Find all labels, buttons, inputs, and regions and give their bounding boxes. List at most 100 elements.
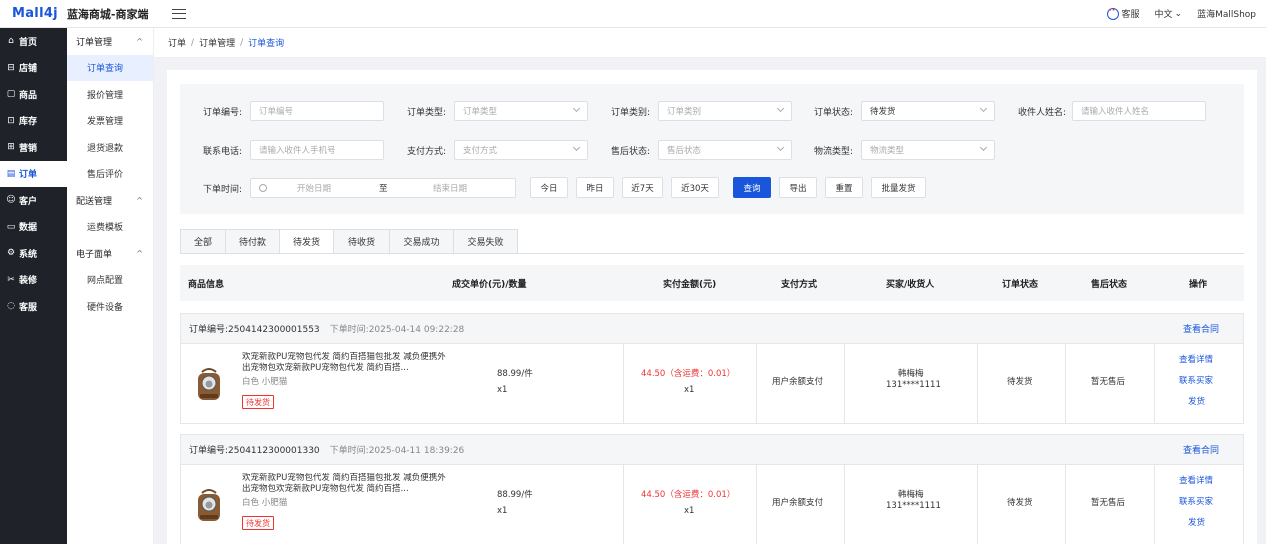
shop-name[interactable]: 蓝海MallShop [1197,7,1256,20]
table-header: 商品信息 成交单价(元)/数量 实付金额(元) 支付方式 买家/收货人 订单状态… [180,265,1244,301]
receiver-name-input[interactable]: 请输入收件人姓名 [1072,101,1206,121]
order-card: 订单编号:2504142300001553 下单时间:2025-04-14 09… [180,313,1244,424]
nav-item-service[interactable]: ◌ 客服 [0,293,67,320]
order-type-select[interactable]: 订单类型 [454,101,588,121]
submenu-hardware[interactable]: 硬件设备 [67,293,153,320]
after-sale-status: 暂无售后 [1091,377,1126,387]
buyer-name: 韩梅梅 [898,369,924,379]
nav-item-home[interactable]: ⌂ 首页 [0,28,67,55]
submenu-review[interactable]: 售后评价 [67,161,153,188]
submenu-invoice[interactable]: 发票管理 [67,108,153,135]
query-button[interactable]: 查询 [733,177,771,198]
unit-price: 88.99/件 [497,369,533,379]
order-category-select[interactable]: 订单类别 [658,101,792,121]
quantity: x1 [497,385,508,395]
field-after-sale: 售后状态: 售后状态 [596,139,792,161]
submenu-group-order[interactable]: 订单管理 ^ [67,28,153,55]
logo[interactable]: Mall4j 蓝海商城-商家端 [0,6,154,22]
pay-method-select[interactable]: 支付方式 [454,140,588,160]
chevron-down-icon [572,143,581,152]
order-status-select[interactable]: 待发货 [861,101,995,121]
product-name[interactable]: 欢宠新款PU宠物包代发 简约百搭猫包批发 减负便携外出宠物包欢宠新款PU宠物包代… [242,352,452,374]
ship-link[interactable]: 发货 [1188,395,1205,407]
quantity: x1 [497,506,508,516]
submenu-outlet[interactable]: 网点配置 [67,267,153,294]
order-card: 订单编号:2504112300001330 下单时间:2025-04-11 18… [180,434,1244,544]
th-buyer: 买家/收货人 [886,280,935,290]
service-button[interactable]: 客服 [1106,6,1140,20]
product-name[interactable]: 欢宠新款PU宠物包代发 简约百搭猫包批发 减负便携外出宠物包欢宠新款PU宠物包代… [242,473,452,495]
reset-button[interactable]: 重置 [825,177,863,198]
status-tabs: 全部 待付款 待发货 待收货 交易成功 交易失败 [180,229,518,254]
product-thumbnail[interactable] [192,485,226,525]
tab-pending-shipment[interactable]: 待发货 [280,229,334,254]
last30-button[interactable]: 近30天 [671,177,719,198]
view-contract-link[interactable]: 查看合同 [1183,322,1219,335]
clock-icon [259,184,267,192]
customer-icon: ☺ [6,195,16,206]
nav-item-orders[interactable]: ▤ 订单 [0,160,67,187]
field-order-type: 订单类型: 订单类型 [392,100,588,122]
paid-quantity: x1 [684,385,695,395]
phone-input[interactable]: 请输入收件人手机号 [250,140,384,160]
yesterday-button[interactable]: 昨日 [576,177,614,198]
th-price: 成交单价(元)/数量 [452,280,527,290]
nav-item-store[interactable]: ⊟ 店铺 [0,55,67,82]
tab-success[interactable]: 交易成功 [390,229,454,254]
order-no-input[interactable]: 订单编号 [250,101,384,121]
nav-item-customers[interactable]: ☺ 客户 [0,187,67,214]
submenu-refund[interactable]: 退货退款 [67,134,153,161]
chat-bubble-icon [1106,6,1119,20]
submenu-group-delivery[interactable]: 配送管理 ^ [67,187,153,214]
buyer-name: 韩梅梅 [898,490,924,500]
ship-link[interactable]: 发货 [1188,516,1205,528]
tab-pending-receipt[interactable]: 待收货 [334,229,390,254]
tab-pending-payment[interactable]: 待付款 [226,229,280,254]
view-contract-link[interactable]: 查看合同 [1183,443,1219,456]
nav-item-stock[interactable]: ⊡ 库存 [0,108,67,135]
th-paid: 实付金额(元) [663,280,717,290]
contact-buyer-link[interactable]: 联系买家 [1179,374,1213,386]
breadcrumb: 订单 / 订单管理 / 订单查询 [154,28,1266,58]
field-logistics: 物流类型: 物流类型 [799,139,995,161]
order-status: 待发货 [1007,377,1033,387]
tab-failed[interactable]: 交易失败 [454,229,518,254]
pay-method: 用户余额支付 [772,377,824,387]
nav-item-decorate[interactable]: ✂ 装修 [0,267,67,294]
product-thumbnail[interactable] [192,364,226,404]
status-badge: 待发货 [242,516,274,530]
breadcrumb-item[interactable]: 订单管理 [199,36,235,49]
breadcrumb-item[interactable]: 订单 [168,36,186,49]
today-button[interactable]: 今日 [530,177,568,198]
nav-item-marketing[interactable]: ⊞ 营销 [0,134,67,161]
view-detail-link[interactable]: 查看详情 [1179,353,1213,365]
tab-all[interactable]: 全部 [180,229,226,254]
batch-ship-button[interactable]: 批量发货 [871,177,926,198]
submenu-order-query[interactable]: 订单查询 [67,54,153,81]
nav-item-system[interactable]: ⚙ 系统 [0,240,67,267]
chat-icon: ◌ [7,301,15,312]
nav-item-goods[interactable]: ▢ 商品 [0,81,67,108]
chevron-up-icon: ^ [136,195,143,205]
export-button[interactable]: 导出 [779,177,817,198]
after-sale-select[interactable]: 售后状态 [658,140,792,160]
date-range-picker[interactable]: 开始日期 至 结束日期 [250,178,516,198]
field-receiver-name: 收件人姓名: 请输入收件人姓名 [1000,100,1206,122]
paid-quantity: x1 [684,506,695,516]
view-detail-link[interactable]: 查看详情 [1179,474,1213,486]
store-icon: ⊟ [7,62,15,73]
contact-buyer-link[interactable]: 联系买家 [1179,495,1213,507]
chevron-down-icon [572,104,581,113]
menu-collapse-icon[interactable] [171,7,187,21]
paid-amount: 44.50（含运费：0.01） [641,369,736,379]
submenu-freight[interactable]: 运费模板 [67,214,153,241]
order-number: 订单编号:2504112300001330 [189,446,320,456]
order-time: 下单时间:2025-04-11 18:39:26 [329,446,465,456]
field-order-status: 订单状态: 待发货 [799,100,995,122]
submenu-group-ewaybill[interactable]: 电子面单 ^ [67,240,153,267]
nav-item-data[interactable]: ▭ 数据 [0,214,67,241]
last7-button[interactable]: 近7天 [622,177,663,198]
logistics-select[interactable]: 物流类型 [861,140,995,160]
submenu-quote[interactable]: 报价管理 [67,81,153,108]
language-select[interactable]: 中文 ⌄ [1155,7,1183,21]
